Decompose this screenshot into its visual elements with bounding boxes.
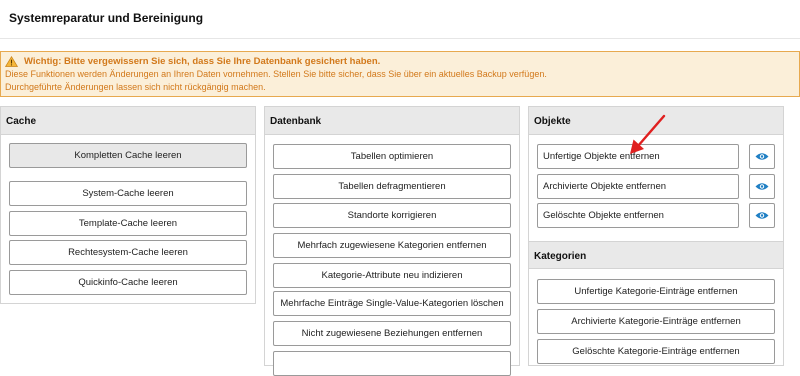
remove-duplicate-categories-button[interactable]: Mehrfach zugewiesene Kategorien entferne… bbox=[273, 233, 511, 258]
reindex-category-attributes-button[interactable]: Kategorie-Attribute neu indizieren bbox=[273, 263, 511, 288]
page-title: Systemreparatur und Bereinigung bbox=[9, 11, 204, 25]
database-button-partial[interactable] bbox=[273, 351, 511, 376]
warning-triangle-icon bbox=[5, 56, 18, 67]
defragment-tables-button[interactable]: Tabellen defragmentieren bbox=[273, 174, 511, 199]
annotation-arrow bbox=[630, 114, 666, 154]
clear-rights-cache-button[interactable]: Rechtesystem-Cache leeren bbox=[9, 240, 247, 265]
database-panel: Datenbank Tabellen optimieren Tabellen d… bbox=[264, 106, 520, 376]
warning-banner: Wichtig: Bitte vergewissern Sie sich, da… bbox=[0, 51, 800, 97]
eye-icon bbox=[755, 183, 769, 190]
clear-all-cache-button[interactable]: Kompletten Cache leeren bbox=[9, 143, 247, 168]
warning-headline: Wichtig: Bitte vergewissern Sie sich, da… bbox=[24, 56, 381, 67]
categories-panel-title: Kategorien bbox=[529, 241, 783, 269]
delete-single-value-duplicates-button[interactable]: Mehrfache Einträge Single-Value-Kategori… bbox=[273, 291, 511, 316]
warning-text-line-2: Durchgeführte Änderungen lassen sich nic… bbox=[5, 82, 266, 92]
clear-system-cache-button[interactable]: System-Cache leeren bbox=[9, 181, 247, 206]
remove-archived-objects-button[interactable]: Archivierte Objekte entfernen bbox=[537, 174, 739, 199]
correct-locations-button[interactable]: Standorte korrigieren bbox=[273, 203, 511, 228]
cache-panel: Cache Kompletten Cache leeren System-Cac… bbox=[0, 106, 256, 304]
clear-template-cache-button[interactable]: Template-Cache leeren bbox=[9, 211, 247, 236]
view-archived-objects-button[interactable] bbox=[749, 174, 775, 199]
remove-deleted-objects-button[interactable]: Gelöschte Objekte entfernen bbox=[537, 203, 739, 228]
clear-quickinfo-cache-button[interactable]: Quickinfo-Cache leeren bbox=[9, 270, 247, 295]
database-panel-title: Datenbank bbox=[265, 107, 519, 135]
remove-deleted-category-entries-button[interactable]: Gelöschte Kategorie-Einträge entfernen bbox=[537, 339, 775, 364]
remove-unassigned-relations-button[interactable]: Nicht zugewiesene Beziehungen entfernen bbox=[273, 321, 511, 346]
cache-panel-title: Cache bbox=[1, 107, 255, 135]
remove-unfinished-category-entries-button[interactable]: Unfertige Kategorie-Einträge entfernen bbox=[537, 279, 775, 304]
view-unfinished-objects-button[interactable] bbox=[749, 144, 775, 169]
view-deleted-objects-button[interactable] bbox=[749, 203, 775, 228]
optimize-tables-button[interactable]: Tabellen optimieren bbox=[273, 144, 511, 169]
eye-icon bbox=[755, 153, 769, 160]
title-divider bbox=[0, 38, 800, 39]
remove-archived-category-entries-button[interactable]: Archivierte Kategorie-Einträge entfernen bbox=[537, 309, 775, 334]
eye-icon bbox=[755, 212, 769, 219]
warning-headline-row: Wichtig: Bitte vergewissern Sie sich, da… bbox=[5, 55, 795, 68]
warning-text-line-1: Diese Funktionen werden Änderungen an Ih… bbox=[5, 69, 547, 79]
